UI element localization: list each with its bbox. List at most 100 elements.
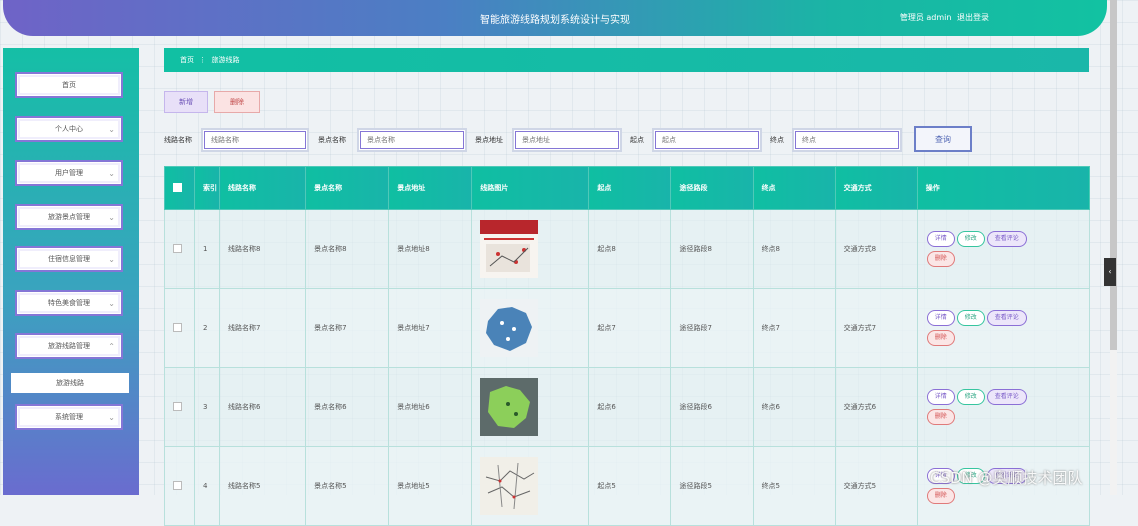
start-cell: 起点7 (588, 288, 672, 368)
add-button[interactable]: 新增 (164, 91, 208, 113)
edit-button[interactable]: 修改 (956, 310, 985, 326)
row-checkbox[interactable] (173, 243, 182, 253)
spot-address-cell: 景点地址6 (388, 367, 473, 447)
sidebar-item-personal-center[interactable]: 个人中心 ⌄ (15, 116, 123, 142)
filter-label-end: 终点 (770, 136, 784, 144)
sidebar-item-user-management[interactable]: 用户管理 ⌄ (15, 160, 123, 186)
view-reviews-button[interactable]: 查看评论 (986, 310, 1027, 326)
row-select-cell[interactable] (163, 209, 196, 289)
column-header: 交通方式 (834, 166, 918, 210)
chevron-up-icon: ⌃ (108, 341, 115, 351)
index-cell: 3 (194, 367, 221, 447)
view-reviews-button[interactable]: 查看评论 (986, 231, 1027, 247)
table-row: 1 线路名称8 景点名称8 景点地址8 起点8 途径路段8 终点8 交通方式8 … (163, 209, 1091, 289)
actions-cell: 详情 修改 查看评论 删除 (916, 288, 1091, 368)
sidebar-item-food[interactable]: 特色美食管理 ⌄ (15, 290, 123, 316)
filter-label-start: 起点 (630, 136, 644, 144)
row-select-cell[interactable] (163, 367, 196, 447)
row-delete-button[interactable]: 删除 (926, 251, 955, 267)
route-image-cell (471, 367, 590, 447)
sidebar-item-label: 住宿信息管理 (48, 255, 90, 263)
row-checkbox[interactable] (173, 401, 182, 411)
spot-name-cell: 景点名称6 (305, 367, 390, 447)
transport-cell: 交通方式6 (834, 367, 918, 447)
start-input[interactable] (652, 128, 762, 152)
end-cell: 终点5 (752, 446, 836, 526)
spot-address-cell: 景点地址7 (388, 288, 473, 368)
line-map-image (480, 457, 539, 515)
row-select-cell[interactable] (163, 446, 196, 526)
breadcrumb-separator: ⋮ (199, 56, 207, 64)
spot-address-input[interactable] (512, 128, 622, 152)
end-cell: 终点6 (752, 367, 836, 447)
edit-button[interactable]: 修改 (956, 389, 985, 405)
blue-map-image (480, 299, 539, 357)
actions-cell: 详情 修改 查看评论 删除 (916, 367, 1091, 447)
sidebar-item-label: 特色美食管理 (48, 299, 90, 307)
transport-cell: 交通方式7 (834, 288, 918, 368)
spot-address-cell: 景点地址5 (388, 446, 473, 526)
route-name-input[interactable] (201, 128, 309, 152)
chevron-down-icon: ⌄ (108, 412, 115, 422)
view-reviews-button[interactable]: 查看评论 (986, 389, 1027, 405)
start-cell: 起点5 (588, 446, 672, 526)
sidebar-item-label: 用户管理 (55, 169, 83, 177)
end-cell: 终点8 (752, 209, 836, 289)
edit-button[interactable]: 修改 (956, 231, 985, 247)
via-cell: 途径路段8 (670, 209, 754, 289)
column-header: 途径路段 (670, 166, 754, 210)
scrollbar-thumb[interactable] (1110, 0, 1117, 350)
end-input[interactable] (792, 128, 902, 152)
select-all-checkbox[interactable] (173, 182, 182, 192)
select-all-cell[interactable] (163, 166, 196, 210)
chevron-down-icon: ⌄ (108, 168, 115, 178)
column-header: 线路图片 (471, 166, 590, 210)
column-header: 索引 (194, 166, 221, 210)
sidebar-subitem-routes[interactable]: 旅游线路 (11, 373, 129, 393)
chevron-down-icon: ⌄ (108, 212, 115, 222)
detail-button[interactable]: 详情 (926, 310, 955, 326)
spot-name-cell: 景点名称5 (305, 446, 390, 526)
sidebar-item-routes-management[interactable]: 旅游线路管理 ⌃ (15, 333, 123, 359)
index-cell: 4 (194, 446, 221, 526)
sidebar-item-label: 系统管理 (55, 413, 83, 421)
breadcrumb: 首页 ⋮ 旅游线路 (164, 48, 1089, 72)
logout-link[interactable]: 退出登录 (957, 13, 989, 22)
search-button[interactable]: 查询 (914, 126, 972, 152)
sidebar-item-label: 旅游线路管理 (48, 342, 90, 350)
detail-button[interactable]: 详情 (926, 231, 955, 247)
breadcrumb-home[interactable]: 首页 (180, 56, 194, 64)
chevron-left-icon[interactable]: ‹ (1104, 258, 1116, 286)
column-header: 终点 (752, 166, 836, 210)
sidebar-item-label: 个人中心 (55, 125, 83, 133)
chevron-down-icon: ⌄ (108, 124, 115, 134)
table-row: 2 线路名称7 景点名称7 景点地址7 起点7 途径路段7 终点7 交通方式7 … (163, 288, 1091, 368)
row-select-cell[interactable] (163, 288, 196, 368)
route-image-cell (471, 446, 590, 526)
via-cell: 途径路段7 (670, 288, 754, 368)
column-header: 起点 (588, 166, 672, 210)
filter-label-route: 线路名称 (164, 136, 192, 144)
row-delete-button[interactable]: 删除 (926, 409, 955, 425)
user-role-label: 管理员 admin (899, 13, 952, 22)
row-delete-button[interactable]: 删除 (926, 330, 955, 346)
delete-button[interactable]: 删除 (214, 91, 260, 113)
table-row: 3 线路名称6 景点名称6 景点地址6 起点6 途径路段6 终点6 交通方式6 … (163, 367, 1091, 447)
row-checkbox[interactable] (173, 480, 182, 490)
row-checkbox[interactable] (173, 322, 182, 332)
sidebar-item-lodging[interactable]: 住宿信息管理 ⌄ (15, 246, 123, 272)
via-cell: 途径路段5 (670, 446, 754, 526)
sidebar-item-attractions[interactable]: 旅游景点管理 ⌄ (15, 204, 123, 230)
row-delete-button[interactable]: 删除 (926, 488, 955, 504)
via-cell: 途径路段6 (670, 367, 754, 447)
column-header: 操作 (916, 166, 1091, 210)
route-name-cell: 线路名称6 (219, 367, 307, 447)
sidebar-item-system[interactable]: 系统管理 ⌄ (15, 404, 123, 430)
route-poster-image (480, 220, 539, 278)
column-header: 景点地址 (388, 166, 473, 210)
sidebar-item-home[interactable]: 首页 (15, 72, 123, 98)
transport-cell: 交通方式8 (834, 209, 918, 289)
detail-button[interactable]: 详情 (926, 389, 955, 405)
spot-name-cell: 景点名称8 (305, 209, 390, 289)
spot-name-input[interactable] (357, 128, 467, 152)
